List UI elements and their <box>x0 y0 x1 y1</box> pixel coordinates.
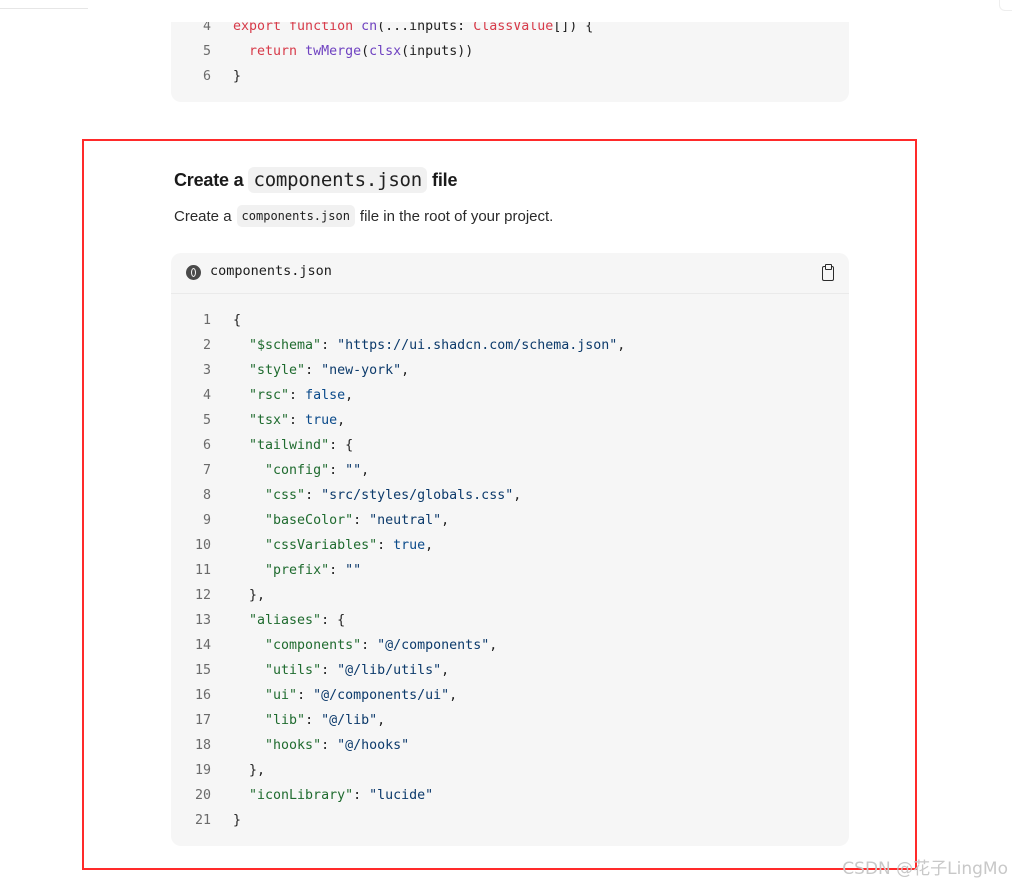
code-token: ( <box>361 44 370 59</box>
code-line: 6} <box>171 64 849 89</box>
top-edge <box>0 0 1012 22</box>
code-token: } <box>233 69 242 84</box>
line-number: 6 <box>202 69 211 84</box>
scroll-edge <box>999 0 1012 11</box>
line-number: 5 <box>202 44 211 59</box>
code-token: return <box>249 44 306 59</box>
code-line: 5 return twMerge(clsx(inputs)) <box>171 39 849 64</box>
highlight-annotation-box <box>82 139 917 870</box>
code-token: twMerge <box>305 44 362 59</box>
code-token: clsx <box>369 44 402 59</box>
tab-edge <box>0 0 88 9</box>
watermark: CSDN @花子LingMo <box>842 859 1008 879</box>
code-token: (inputs)) <box>401 44 474 59</box>
